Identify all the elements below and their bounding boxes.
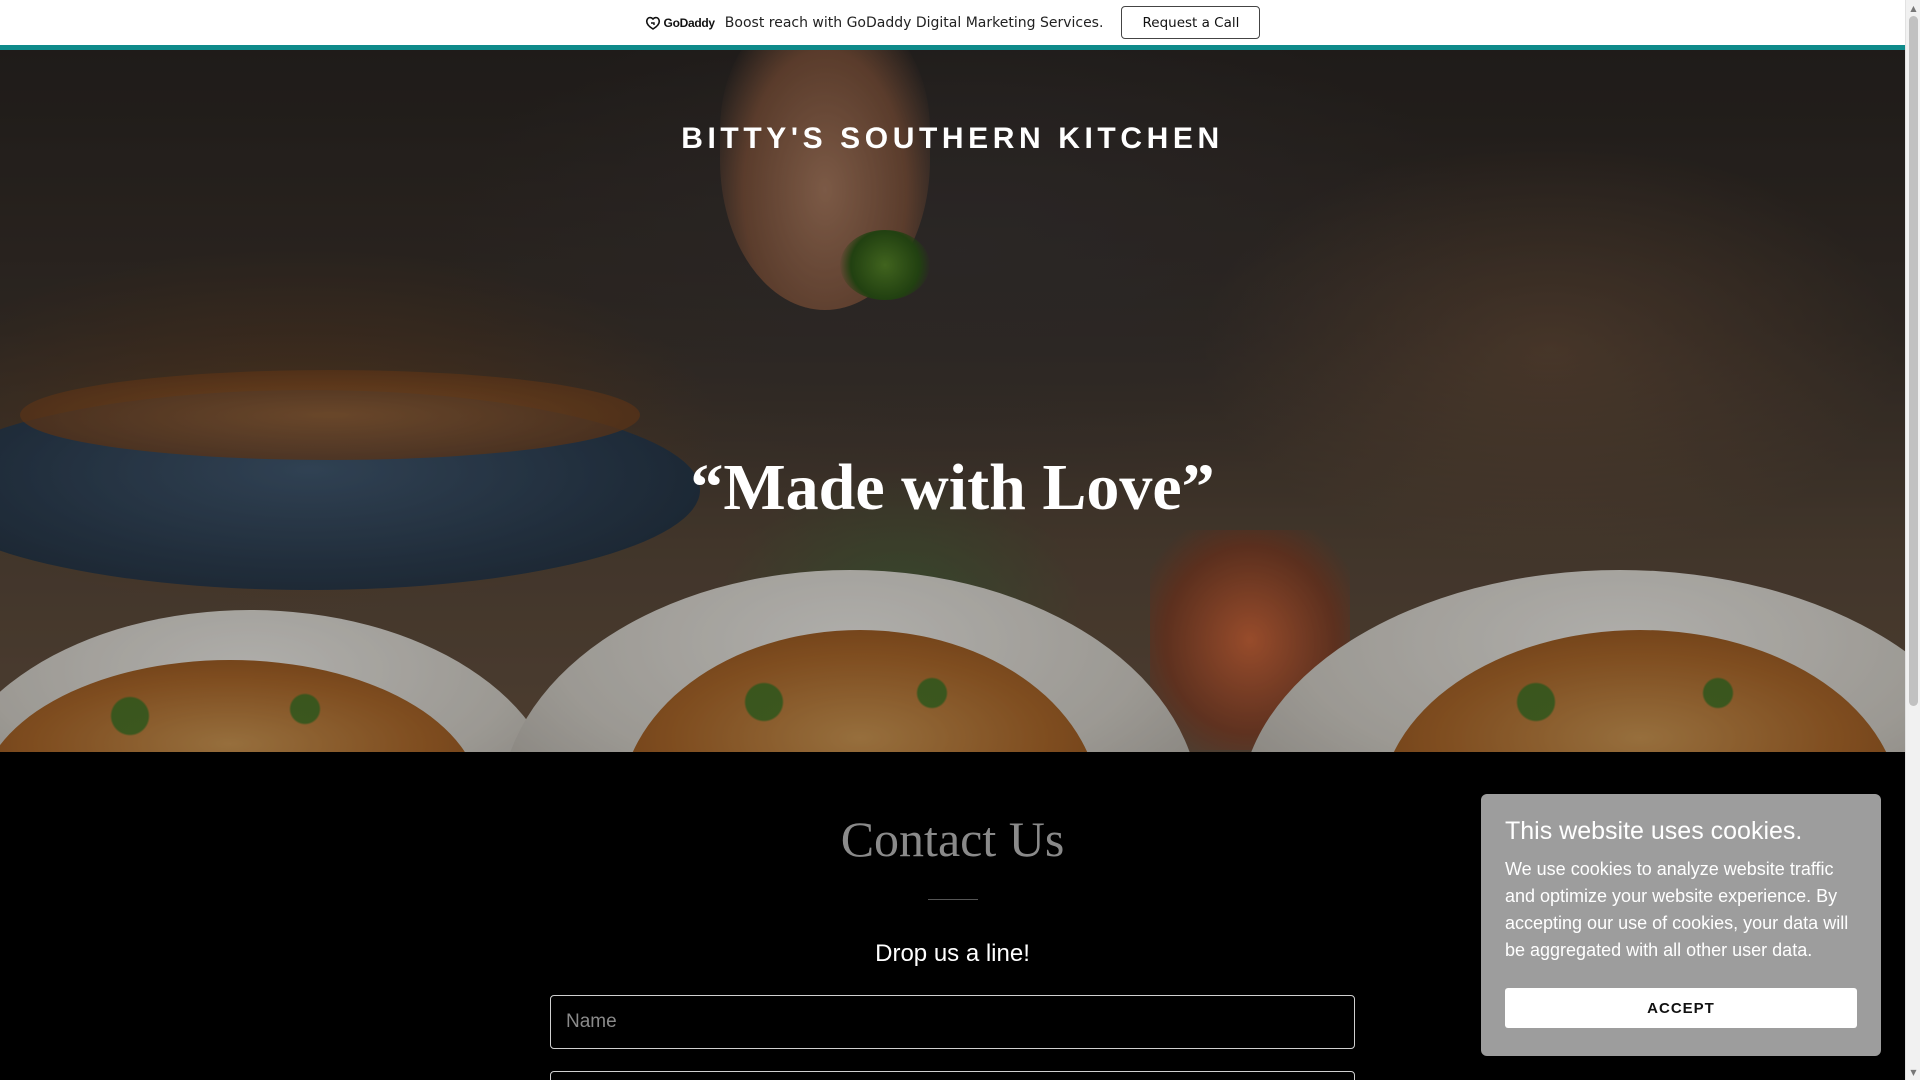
promo-message: Boost reach with GoDaddy Digital Marketi… xyxy=(724,14,1104,31)
contact-divider xyxy=(928,899,978,900)
cookie-banner: This website uses cookies. We use cookie… xyxy=(1481,794,1881,1056)
name-input[interactable] xyxy=(550,995,1355,1049)
godaddy-logo-icon xyxy=(645,16,660,30)
site-title[interactable]: BITTY'S SOUTHERN KITCHEN xyxy=(0,122,1905,156)
promo-bar: GoDaddy Boost reach with GoDaddy Digital… xyxy=(0,0,1905,45)
hero-tagline: “Made with Love” xyxy=(690,451,1215,524)
cookie-title: This website uses cookies. xyxy=(1505,817,1803,845)
cookie-body: We use cookies to analyze website traffi… xyxy=(1505,859,1849,960)
request-call-button[interactable]: Request a Call xyxy=(1121,6,1261,39)
page-viewport: GoDaddy Boost reach with GoDaddy Digital… xyxy=(0,0,1905,1080)
email-input[interactable] xyxy=(550,1071,1355,1080)
hero-section: BITTY'S SOUTHERN KITCHEN “Made with Love… xyxy=(0,50,1905,752)
scroll-thumb[interactable] xyxy=(1909,16,1918,706)
cookie-accept-button[interactable]: ACCEPT xyxy=(1505,988,1857,1028)
scroll-down-icon[interactable]: ▼ xyxy=(1906,1065,1920,1079)
page-scrollbar[interactable]: ▲ ▼ xyxy=(1905,0,1920,1080)
godaddy-logo-text: GoDaddy xyxy=(663,15,716,30)
scroll-up-icon[interactable]: ▲ xyxy=(1906,1,1920,15)
godaddy-logo: GoDaddy xyxy=(645,16,715,30)
